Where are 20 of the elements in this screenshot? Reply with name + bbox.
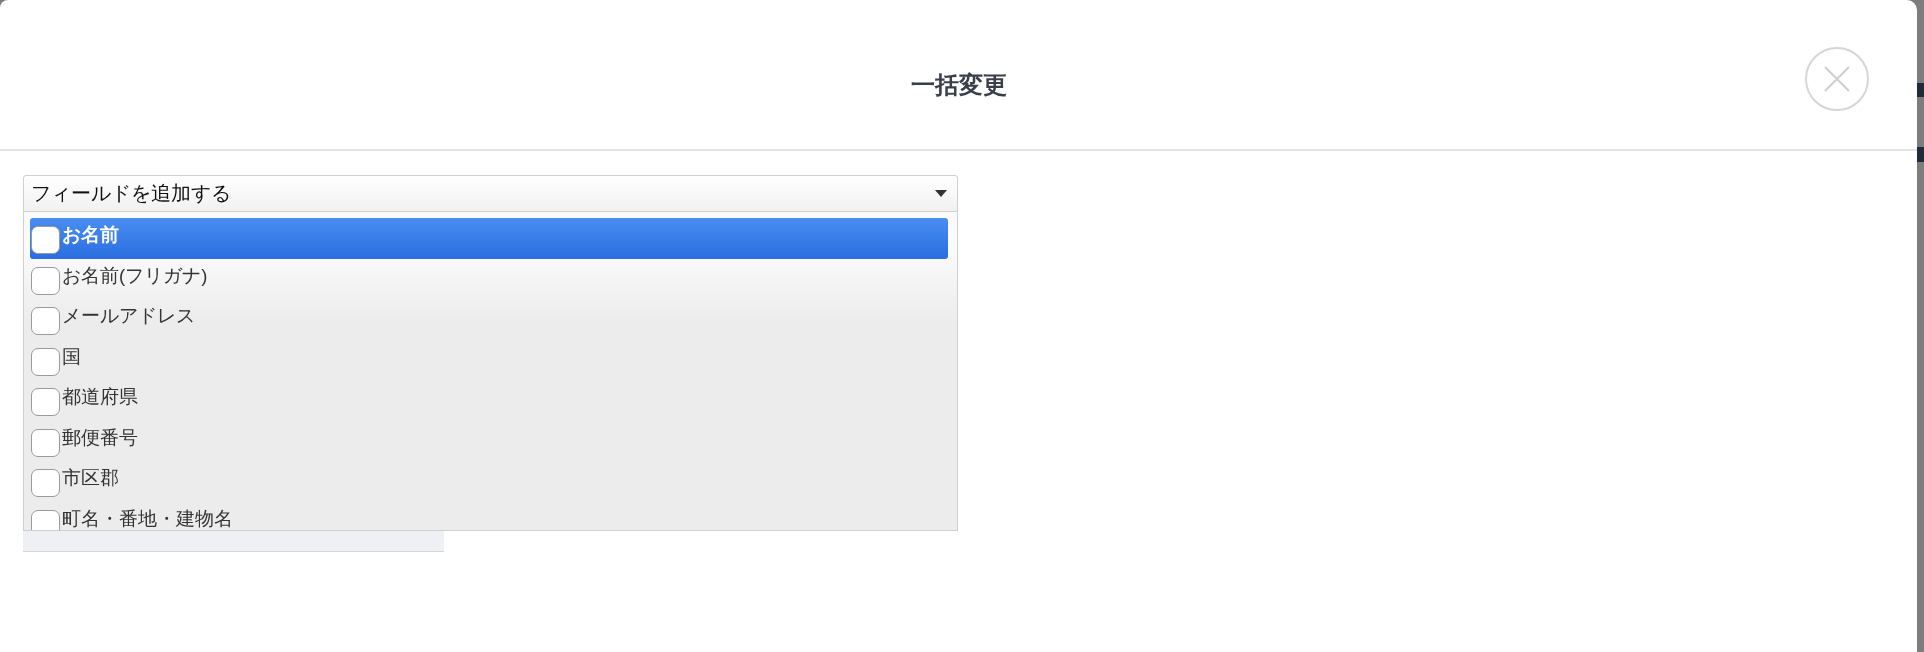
checkbox[interactable] [31, 509, 60, 530]
field-option[interactable]: お名前 [30, 218, 948, 259]
field-option[interactable]: 都道府県 [30, 380, 948, 421]
field-option[interactable]: 町名・番地・建物名 [30, 501, 948, 530]
checkbox[interactable] [31, 226, 60, 254]
field-option[interactable]: お名前(フリガナ) [30, 258, 948, 299]
field-option[interactable]: メールアドレス [30, 299, 948, 340]
checkbox[interactable] [31, 388, 60, 416]
field-option[interactable]: 郵便番号 [30, 420, 948, 461]
checkbox[interactable] [31, 428, 60, 457]
field-option[interactable]: 市区郡 [30, 461, 948, 502]
checkbox[interactable] [31, 347, 60, 376]
field-select[interactable]: フィールドを追加する [23, 175, 958, 212]
checkbox[interactable] [31, 469, 60, 497]
field-option[interactable]: 国 [30, 339, 948, 380]
dialog-title: 一括変更 [910, 69, 1007, 100]
checkbox[interactable] [31, 266, 60, 295]
close-icon [1824, 65, 1850, 92]
checkbox[interactable] [31, 307, 60, 335]
caret-icon [935, 190, 947, 197]
